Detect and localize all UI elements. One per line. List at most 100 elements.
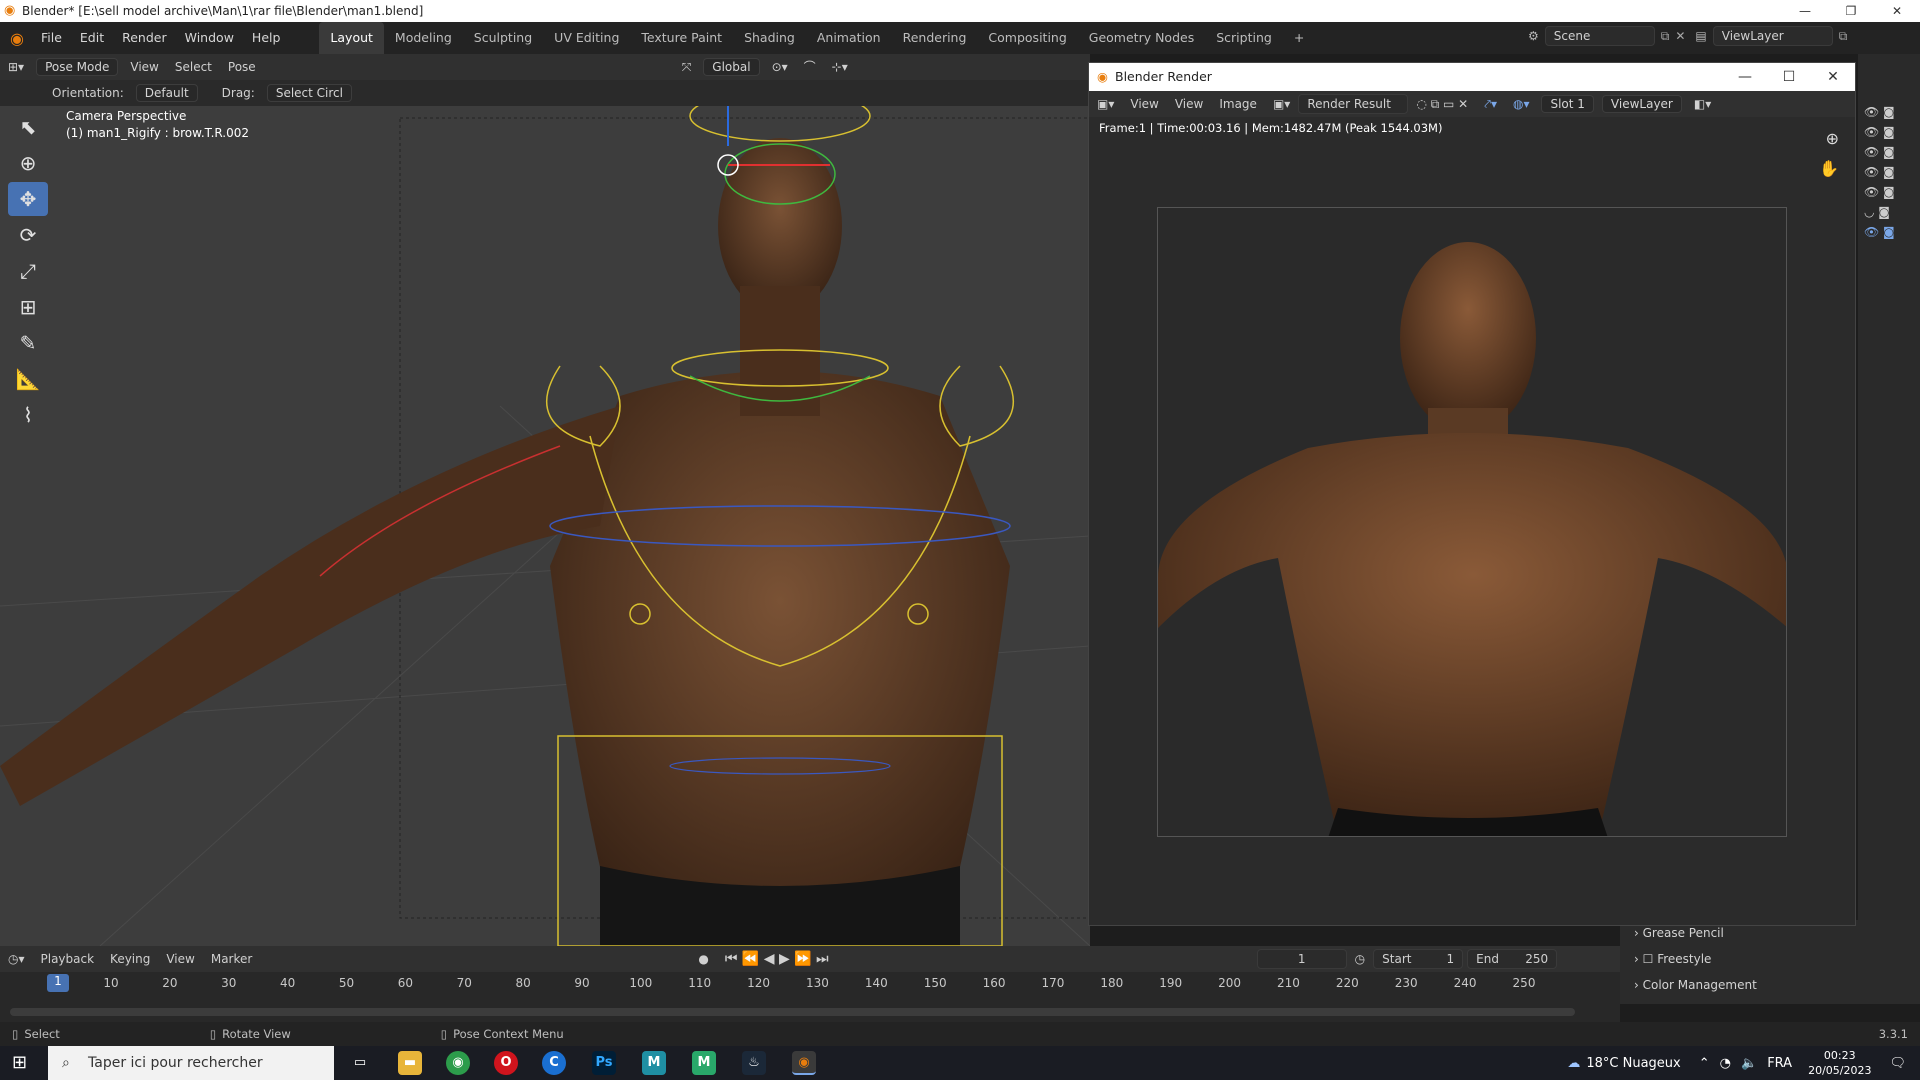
annotate-tool-icon[interactable]: ✎	[8, 326, 48, 360]
rotate-tool-icon[interactable]: ⟳	[8, 218, 48, 252]
timeline-menu-view[interactable]: View	[158, 947, 202, 971]
steam-icon[interactable]: ♨	[742, 1051, 766, 1075]
restore-button[interactable]: ❐	[1828, 0, 1874, 22]
file-explorer-icon[interactable]: ▬	[398, 1051, 422, 1075]
start-frame-field[interactable]: Start 1	[1373, 949, 1464, 969]
preview-range-icon[interactable]: ◷	[1347, 947, 1373, 971]
outliner-visibility-icon[interactable]: 👁 ◙	[1864, 182, 1895, 202]
transform-orientation-dropdown[interactable]: Global	[703, 58, 760, 76]
menu-help[interactable]: Help	[243, 22, 290, 54]
drag-dropdown[interactable]: Select Circl	[266, 84, 352, 102]
tab-shading[interactable]: Shading	[733, 22, 806, 54]
render-menu-view-2[interactable]: View	[1167, 92, 1211, 116]
ccleaner-icon[interactable]: C	[542, 1051, 566, 1075]
windows-start-icon[interactable]: ⊞	[12, 1052, 27, 1073]
image-name-field[interactable]: Render Result	[1298, 94, 1409, 114]
chrome-icon[interactable]: ◉	[446, 1051, 470, 1075]
tab-texture-paint[interactable]: Texture Paint	[630, 22, 733, 54]
tab-layout[interactable]: Layout	[319, 22, 384, 54]
render-close-button[interactable]: ✕	[1811, 63, 1855, 91]
menu-edit[interactable]: Edit	[71, 22, 113, 54]
tab-geometry-nodes[interactable]: Geometry Nodes	[1078, 22, 1205, 54]
editor-type-icon[interactable]: ⊞▾	[0, 55, 32, 79]
outliner-visibility-icon[interactable]: 👁 ◙	[1864, 142, 1895, 162]
current-frame-field[interactable]: 1	[1256, 949, 1347, 969]
minimize-button[interactable]: —	[1782, 0, 1828, 22]
blender-taskbar-icon[interactable]: ◉	[792, 1051, 816, 1075]
snap-target-icon[interactable]: ⊹▾	[824, 55, 856, 79]
sample-tool-icon[interactable]: ⤤▾	[1476, 92, 1505, 116]
color-management-section[interactable]: › Color Management	[1620, 972, 1920, 998]
zoom-icon[interactable]: ⊕	[1826, 129, 1839, 148]
scene-selector[interactable]: Scene	[1544, 26, 1655, 46]
select-tool-icon[interactable]: ⬉	[8, 110, 48, 144]
orientation-dropdown[interactable]: Default	[135, 84, 198, 102]
move-tool-icon[interactable]: ✥	[8, 182, 48, 216]
delete-scene-icon[interactable]: ✕	[1675, 29, 1685, 43]
volume-icon[interactable]: 🔈	[1741, 1056, 1757, 1071]
viewport-menu-select[interactable]: Select	[167, 55, 220, 79]
outliner-visibility-icon[interactable]: 👁 ◙	[1864, 102, 1895, 122]
tab-compositing[interactable]: Compositing	[977, 22, 1077, 54]
clock[interactable]: 00:23 20/05/2023	[1808, 1048, 1871, 1078]
playback-controls[interactable]: ⏮ ⏪ ◀ ▶ ⏩ ⏭	[717, 947, 837, 971]
taskbar-search-input[interactable]: ⌕ Taper ici pour rechercher	[48, 1046, 334, 1080]
timeline-scrollbar[interactable]	[10, 1008, 1575, 1016]
render-minimize-button[interactable]: —	[1723, 63, 1767, 91]
overlay-icon[interactable]: ◍▾	[1505, 92, 1538, 116]
menu-window[interactable]: Window	[176, 22, 243, 54]
render-maximize-button[interactable]: ☐	[1767, 63, 1811, 91]
freestyle-section[interactable]: › ☐ Freestyle	[1620, 946, 1920, 972]
wifi-icon[interactable]: ◔	[1720, 1056, 1731, 1071]
mode-selector[interactable]: Pose Mode	[36, 58, 119, 76]
notifications-icon[interactable]: 🗨	[1889, 1056, 1906, 1071]
outliner-visibility-icon[interactable]: 👁 ◙	[1864, 162, 1895, 182]
end-frame-field[interactable]: End 250	[1467, 949, 1558, 969]
pan-hand-icon[interactable]: ✋	[1819, 159, 1839, 178]
timeline[interactable]: 10 20 30 40 50 60 70 80 90 100 110 120 130 140 150 160 1…	[0, 972, 1620, 1022]
slot-selector[interactable]: Slot 1	[1541, 95, 1594, 113]
outliner-visibility-icon[interactable]: ◡ ◙	[1864, 202, 1895, 222]
3d-viewport[interactable]	[0, 106, 1090, 946]
menu-file[interactable]: File	[32, 22, 71, 54]
tab-sculpting[interactable]: Sculpting	[463, 22, 543, 54]
tray-chevron-icon[interactable]: ⌃	[1699, 1056, 1710, 1071]
render-menu-view-1[interactable]: View	[1122, 92, 1166, 116]
task-view-icon[interactable]: ▭	[348, 1051, 372, 1075]
new-view-layer-icon[interactable]: ⧉	[1839, 29, 1848, 44]
render-view-layer-selector[interactable]: ViewLayer	[1601, 95, 1682, 113]
outliner-visibility-icon[interactable]: 👁 ◙	[1864, 222, 1895, 242]
opera-icon[interactable]: O	[494, 1051, 518, 1075]
outliner-visibility-icon[interactable]: 👁 ◙	[1864, 122, 1895, 142]
timeline-menu-marker[interactable]: Marker	[203, 947, 260, 971]
image-actions-icons[interactable]: ◌ ⧉ ▭ ✕	[1408, 92, 1476, 116]
transform-tool-icon[interactable]: ⊞	[8, 290, 48, 324]
tab-modeling[interactable]: Modeling	[384, 22, 463, 54]
viewport-menu-view[interactable]: View	[122, 55, 166, 79]
editor-type-icon[interactable]: ▣▾	[1089, 92, 1122, 116]
viewport-menu-pose[interactable]: Pose	[220, 55, 264, 79]
cursor-tool-icon[interactable]: ⊕	[8, 146, 48, 180]
snap-icon[interactable]: ⌒	[796, 55, 824, 79]
pivot-point-icon[interactable]: ⊙▾	[764, 55, 796, 79]
maya-icon[interactable]: M	[642, 1051, 666, 1075]
close-button[interactable]: ✕	[1874, 0, 1920, 22]
blender-menu-icon[interactable]: ◉	[10, 29, 24, 48]
new-scene-icon[interactable]: ⧉	[1661, 29, 1670, 44]
image-browse-icon[interactable]: ▣▾	[1265, 92, 1298, 116]
view-layer-selector[interactable]: ViewLayer	[1712, 26, 1833, 46]
weather-text[interactable]: 18°C Nuageux	[1586, 1056, 1680, 1071]
photoshop-icon[interactable]: Ps	[592, 1051, 616, 1075]
tab-animation[interactable]: Animation	[806, 22, 892, 54]
tab-rendering[interactable]: Rendering	[892, 22, 978, 54]
add-workspace-button[interactable]: +	[1283, 22, 1315, 54]
tab-scripting[interactable]: Scripting	[1205, 22, 1283, 54]
render-menu-image[interactable]: Image	[1211, 92, 1265, 116]
language-indicator[interactable]: FRA	[1767, 1056, 1792, 1071]
timeline-menu-keying[interactable]: Keying	[102, 947, 158, 971]
bone-tool-icon[interactable]: ⌇	[8, 398, 48, 432]
playhead[interactable]: 1	[47, 974, 69, 992]
auto-keying-icon[interactable]: ●	[690, 947, 716, 971]
timeline-editor-icon[interactable]: ◷▾	[0, 947, 33, 971]
display-channels-icon[interactable]: ◧▾	[1686, 92, 1719, 116]
